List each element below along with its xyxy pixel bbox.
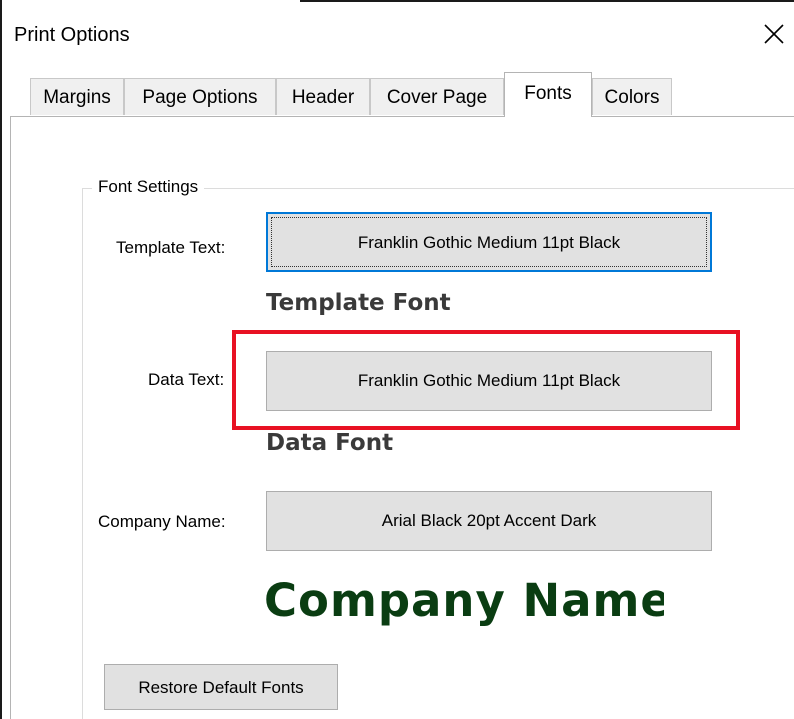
tab-label: Cover Page	[386, 87, 488, 108]
tab-colors[interactable]: Colors	[592, 78, 672, 115]
data-text-label: Data Text:	[148, 370, 225, 389]
tab-fonts[interactable]: Fonts	[504, 72, 592, 117]
template-text-label: Template Text:	[116, 238, 226, 257]
data-font-sample: Data Font	[266, 430, 394, 456]
tab-label: Header	[291, 87, 355, 108]
tab-header[interactable]: Header	[276, 78, 370, 115]
company-font-button[interactable]: Arial Black 20pt Accent Dark	[266, 491, 712, 551]
group-title: Font Settings	[92, 177, 205, 197]
tab-margins[interactable]: Margins	[30, 78, 124, 115]
button-label: Franklin Gothic Medium 11pt Black	[357, 233, 621, 252]
company-name-sample: Company Name	[264, 574, 664, 627]
template-font-sample: Template Font	[266, 290, 451, 316]
highlight-annotation	[232, 330, 740, 430]
print-options-dialog: Print Options Margins Page Options Heade…	[0, 0, 794, 719]
tab-label: Fonts	[524, 83, 572, 104]
button-label: Restore Default Fonts	[138, 678, 304, 697]
tab-strip: Margins Page Options Header Cover Page F…	[0, 0, 794, 120]
tab-label: Colors	[604, 87, 660, 108]
button-label: Arial Black 20pt Accent Dark	[381, 511, 597, 530]
tab-label: Margins	[43, 87, 111, 108]
restore-default-fonts-button[interactable]: Restore Default Fonts	[104, 664, 338, 710]
tab-label: Page Options	[142, 87, 258, 108]
tab-cover-page[interactable]: Cover Page	[370, 78, 504, 115]
template-font-button[interactable]: Franklin Gothic Medium 11pt Black	[266, 212, 712, 272]
company-name-label: Company Name:	[98, 512, 226, 531]
tab-page-options[interactable]: Page Options	[124, 78, 276, 115]
